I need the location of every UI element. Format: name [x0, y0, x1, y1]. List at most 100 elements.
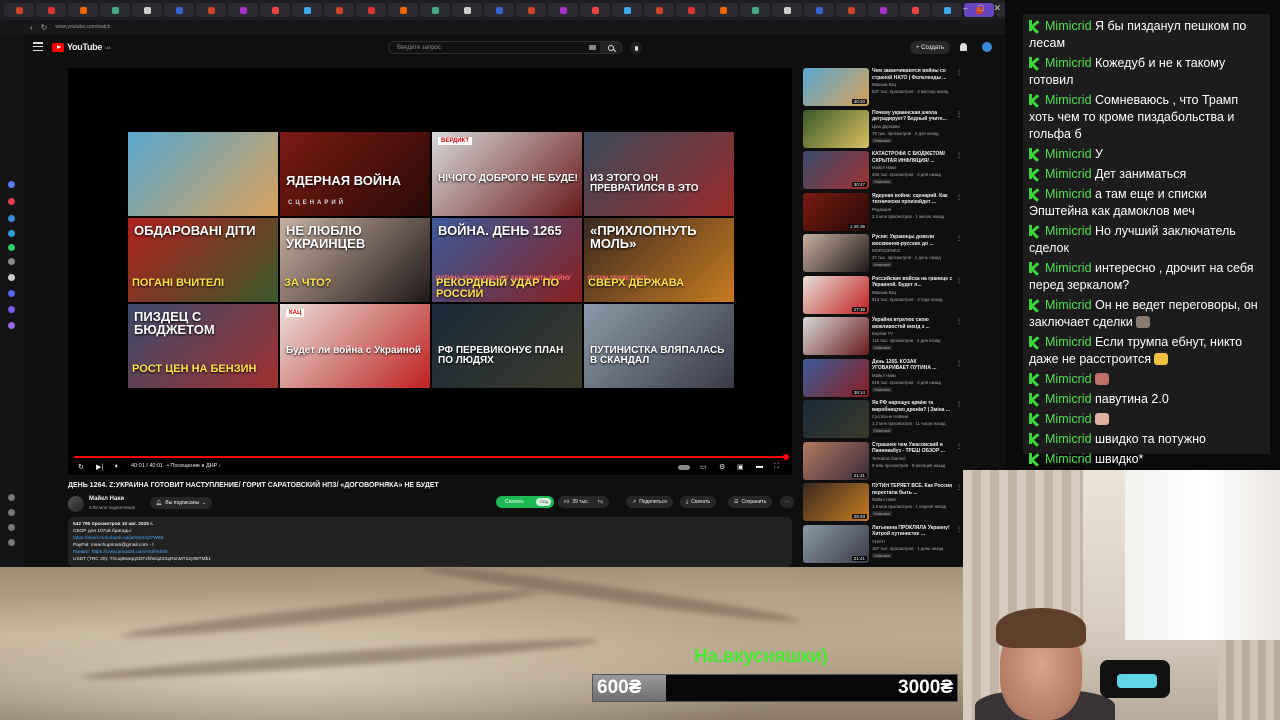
search-button[interactable]	[600, 42, 622, 53]
recommendation-item[interactable]: 21:31 Страшнее чем Ужасовский и Панинкабу…	[803, 441, 963, 482]
recommendation-title[interactable]: Почему украинская школа деградирует? Бед…	[872, 110, 954, 123]
chat-username[interactable]: Mimicrid	[1045, 298, 1092, 312]
theater-mode-icon[interactable]: ▬	[756, 463, 763, 470]
like-button[interactable]: 👍︎ 39 тыс. 👎︎	[558, 496, 610, 508]
browser-tab[interactable]	[420, 3, 450, 17]
chat-username[interactable]: Mimicrid	[1045, 392, 1092, 406]
recommendation-thumbnail[interactable]	[803, 234, 869, 272]
recommendation-channel[interactable]: TerKabot channel	[872, 456, 905, 461]
sidebar-app-icon[interactable]	[8, 524, 15, 531]
more-vert-icon[interactable]: ⋮	[956, 152, 962, 159]
browser-tab[interactable]	[452, 3, 482, 17]
recommendation-title[interactable]: ПУТИН ТЕРЯЕТ ВСЕ. Как Россия перестала б…	[872, 483, 954, 496]
download-quality[interactable]: 720p	[536, 498, 551, 506]
hamburger-menu-icon[interactable]	[33, 42, 43, 51]
recommendation-thumbnail[interactable]	[803, 317, 869, 355]
browser-tab[interactable]	[740, 3, 770, 17]
recommendation-item[interactable]: Русня: Украинцы довели москвинов-русских…	[803, 234, 963, 274]
endscreen-video[interactable]: ПУТИНА УГОВАРИВАЮТ ЗАКОНЧИТЬ ВОЙНУ ВОЙНА.…	[432, 218, 582, 302]
chat-username[interactable]: Mimicrid	[1045, 432, 1092, 446]
endscreen-video[interactable]	[128, 132, 278, 216]
recommendation-channel[interactable]: Майкл Наки	[872, 497, 896, 502]
browser-tab[interactable]	[36, 3, 66, 17]
browser-tab[interactable]	[900, 3, 930, 17]
more-vert-icon[interactable]: ⋮	[956, 484, 962, 491]
chat-username[interactable]: Mimicrid	[1045, 261, 1092, 275]
chat-username[interactable]: Mimicrid	[1045, 452, 1092, 466]
youtube-logo[interactable]: YouTube UA	[52, 42, 111, 52]
fullscreen-icon[interactable]: ⛶	[774, 463, 779, 471]
more-vert-icon[interactable]: ⋮	[956, 318, 962, 325]
endscreen-video[interactable]: ПИЗДЕЦ С БЮДЖЕТОМ РОСТ ЦЕН НА БЕНЗИН	[128, 304, 278, 388]
thumbs-down-icon[interactable]: 👎︎	[598, 499, 603, 505]
recommendation-channel[interactable]: Редакция	[872, 207, 891, 212]
share-button[interactable]: ↗ Поделиться	[626, 496, 673, 508]
reload-icon[interactable]: ↻	[41, 23, 48, 32]
more-vert-icon[interactable]: ⋮	[956, 443, 962, 450]
more-vert-icon[interactable]: ⋮	[956, 277, 962, 284]
recommendation-channel[interactable]: УНІАН	[872, 539, 885, 544]
recommendation-title[interactable]: Украйна втратює свою можливостей вихід з…	[872, 317, 954, 330]
sidebar-app-icon[interactable]	[8, 494, 15, 501]
chat-username[interactable]: Mimicrid	[1045, 93, 1092, 107]
recommendation-thumbnail[interactable]: 21:41	[803, 524, 869, 563]
browser-tab[interactable]	[932, 3, 962, 17]
browser-tab[interactable]	[260, 3, 290, 17]
sidebar-app-icon[interactable]	[8, 539, 15, 546]
recommendation-thumbnail[interactable]	[803, 400, 869, 438]
endscreen-video[interactable]: КАЦ Будет ли война с Украиной	[280, 304, 430, 388]
sidebar-app-icon[interactable]	[8, 198, 15, 205]
endscreen-video[interactable]: НЕ ЛЮБЛЮ УКРАИНЦЕВ ЗА ЧТО?	[280, 218, 430, 302]
description-link[interactable]: https://send.monobank.ua/jar/6vXzyf7W6E	[73, 535, 787, 542]
recommendation-item[interactable]: Почему украинская школа деградирует? Бед…	[803, 109, 963, 150]
video-player[interactable]: ЯДЕРНАЯ ВОЙНА СЦЕНАРИЙ ВЕРДИКТ НІЧОГО ДОБРО…	[68, 68, 792, 475]
chapter-title[interactable]: • Посещение в ДНР ›	[167, 463, 221, 469]
endscreen-video[interactable]: ВЕРДИКТ НІЧОГО ДОБРОГО НЕ БУДЕ!	[432, 132, 582, 216]
browser-tab[interactable]	[804, 3, 834, 17]
recommendation-item[interactable]: 40:20 Чем заканчиваются войны со страной …	[803, 68, 963, 108]
recommendation-channel[interactable]: Береза TV	[872, 331, 893, 336]
recommendation-thumbnail[interactable]: 30:47	[803, 151, 869, 189]
browser-tab[interactable]	[4, 3, 34, 17]
save-button[interactable]: ☰ Сохранить	[728, 496, 773, 508]
channel-avatar[interactable]	[68, 496, 84, 512]
browser-tab[interactable]	[356, 3, 386, 17]
endscreen-video[interactable]: ИЗ ЭТОГО ОН ПРЕВРАТИЛСЯ В ЭТО	[584, 132, 734, 216]
recommendation-thumbnail[interactable]: 1:26:36	[803, 192, 869, 231]
endscreen-video[interactable]: ПУТИН ТЕРЯЕТ ВСЕ «ПРИХЛОПНУТЬ МОЛЬ» СВЕРХ …	[584, 218, 734, 302]
chat-username[interactable]: Mimicrid	[1045, 19, 1092, 33]
browser-tab[interactable]	[228, 3, 258, 17]
chat-username[interactable]: Mimicrid	[1045, 335, 1092, 349]
autoplay-toggle[interactable]	[678, 465, 690, 470]
volume-icon[interactable]: 🔈︎	[115, 463, 119, 471]
browser-tab[interactable]	[676, 3, 706, 17]
sidebar-app-icon[interactable]	[8, 306, 15, 313]
maximize-icon[interactable]: □	[978, 3, 983, 14]
replay-icon[interactable]: ↻	[78, 463, 84, 471]
more-vert-icon[interactable]: ⋮	[956, 69, 962, 76]
recommendation-thumbnail[interactable]: 26:33	[803, 483, 869, 521]
more-vert-icon[interactable]: ⋮	[956, 360, 962, 367]
browser-tab[interactable]	[836, 3, 866, 17]
endscreen-video[interactable]: РФ ПЕРЕВИКОНУЄ ПЛАН ПО ЛЮДЯХ	[432, 304, 582, 388]
chat-username[interactable]: Mimicrid	[1045, 224, 1092, 238]
endscreen-video[interactable]: ОБДАРОВАНІ ДІТИ ПОГАНІ ВЧИТЕЛІ	[128, 218, 278, 302]
chat-username[interactable]: Mimicrid	[1045, 412, 1092, 426]
sidebar-app-icon[interactable]	[8, 244, 15, 251]
sidebar-app-icon[interactable]	[8, 181, 15, 188]
endscreen-video[interactable]: ЯДЕРНАЯ ВОЙНА СЦЕНАРИЙ	[280, 132, 430, 216]
browser-tab[interactable]	[612, 3, 642, 17]
browser-tab[interactable]	[132, 3, 162, 17]
recommendation-title[interactable]: Чем заканчиваются войны со страной НАТО …	[872, 68, 954, 81]
browser-tab[interactable]	[100, 3, 130, 17]
minimize-icon[interactable]: –	[963, 3, 968, 14]
recommendation-item[interactable]: 21:41 Латынина ПРОКЛЯЛА Украину! Хитрой п…	[803, 524, 963, 565]
browser-tab[interactable]	[516, 3, 546, 17]
recommendation-item[interactable]: Украйна втратює свою можливостей вихід з…	[803, 317, 963, 357]
browser-tab[interactable]	[772, 3, 802, 17]
browser-tab[interactable]	[68, 3, 98, 17]
recommendation-title[interactable]: Русня: Украинцы довели москвинов-русских…	[872, 234, 954, 247]
recommendation-title[interactable]: Ядерная война: сценарий. Как технически …	[872, 193, 954, 206]
recommendation-thumbnail[interactable]: 39:14	[803, 358, 869, 397]
more-actions-button[interactable]: ⋯	[780, 496, 794, 508]
